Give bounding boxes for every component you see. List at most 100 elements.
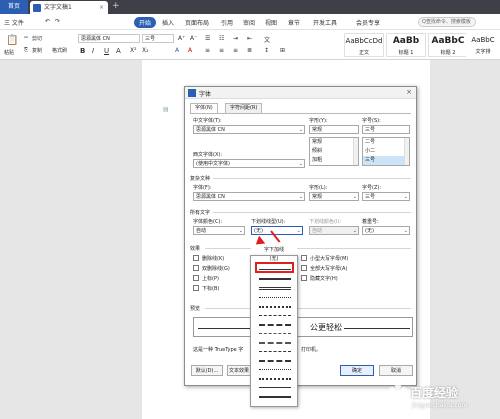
align-left-icon[interactable]: ≡ [205,47,210,54]
font-color-icon[interactable]: A [116,47,121,55]
command-search-input[interactable]: Q查找命令、搜索模板 [418,17,476,27]
paragraph-handle-icon[interactable]: ▤ [163,106,169,113]
cs-style-select[interactable]: 常规 ⌄ [309,192,359,201]
borders-icon[interactable]: ⊞ [280,47,285,54]
underline-color-select[interactable]: 自动 ⌄ [309,226,359,235]
document-tab[interactable]: 文字文稿1 × [30,1,108,14]
menu-developer[interactable]: 开发工具 [313,18,337,27]
underline-option-dot-dash[interactable] [259,351,291,352]
strikethrough-checkbox[interactable] [193,255,199,261]
underline-style-dropdown[interactable]: (无) 字下加线 [250,246,298,407]
underline-option-double[interactable] [259,287,291,290]
underline-option-thick-dot-dot-dash[interactable] [259,378,291,380]
style-heading-2[interactable]: AaBbC 标题 2 [428,33,468,57]
list-item[interactable]: 二号 [363,138,409,147]
cs-size-select[interactable]: 三号 ⌄ [362,192,410,201]
all-caps-checkbox[interactable] [301,265,307,271]
copy-button[interactable]: 复制 [32,47,42,54]
underline-option-thick[interactable] [259,278,291,280]
home-tab[interactable]: 首页 [0,0,28,14]
undo-icon[interactable]: ↶ [45,18,50,25]
scissors-icon[interactable]: ✂ [24,35,28,41]
menu-insert[interactable]: 插入 [162,18,174,27]
bold-icon[interactable]: B [80,47,85,55]
default-button[interactable]: 默认(D)... [191,365,223,376]
italic-icon[interactable]: I [92,47,94,55]
chinese-layout-icon[interactable]: 文 [264,35,270,44]
underline-option-dotted[interactable] [259,297,291,298]
font-color-select[interactable]: 自动 ⌄ [193,226,245,235]
underline-option-thick-dashed[interactable] [259,324,291,326]
menu-view[interactable]: 视图 [265,18,277,27]
style-list[interactable]: 常规 倾斜 加粗 [309,137,359,166]
close-tab-icon[interactable]: × [99,1,104,14]
emphasis-select[interactable]: (无) ⌄ [362,226,410,235]
small-caps-checkbox[interactable] [301,255,307,261]
superscript-icon[interactable]: X² [130,47,137,54]
subscript-checkbox[interactable] [193,285,199,291]
list-item[interactable]: 小二 [363,147,409,156]
cs-font-select[interactable]: 思源黑体 CN ⌄ [193,192,305,201]
font-name-select[interactable]: 思源黑体 CN [78,34,140,43]
subscript-icon[interactable]: X₂ [142,47,149,54]
cut-button[interactable]: 剪切 [32,35,42,42]
paste-icon[interactable]: 📋 [6,35,18,46]
text-highlight-icon[interactable]: A [175,47,179,54]
tab-font[interactable]: 字体(N) [190,103,218,113]
char-shading-icon[interactable]: A [188,47,192,54]
menu-chapter[interactable]: 章节 [288,18,300,27]
grow-font-icon[interactable]: A⁺ [178,35,185,42]
style-input[interactable]: 常规 [309,125,359,134]
underline-option-thick-dot-dash[interactable] [259,360,291,362]
list-item[interactable]: 常规 [310,138,358,147]
underline-option-long-dash[interactable] [259,333,291,334]
bullets-icon[interactable]: ☰ [205,35,210,42]
menu-home[interactable]: 开始 [134,17,157,28]
size-input[interactable]: 三号 [362,125,410,134]
menu-member[interactable]: 会员专享 [356,18,380,27]
underline-option-thick-long-dash[interactable] [259,342,291,344]
menu-page-layout[interactable]: 页面布局 [185,18,209,27]
double-strikethrough-checkbox[interactable] [193,265,199,271]
underline-style-select[interactable]: (无) ⌄ [251,226,303,235]
new-tab-button[interactable]: + [112,0,120,13]
hidden-text-checkbox[interactable] [301,275,307,281]
ok-button[interactable]: 确定 [340,365,374,376]
copy-icon[interactable]: ⎘ [24,47,28,53]
scrollbar[interactable] [404,138,409,165]
underline-option-thick-dotted[interactable] [259,306,291,308]
cancel-button[interactable]: 取消 [379,365,413,376]
underline-option-none[interactable]: (无) [251,255,297,262]
menu-review[interactable]: 审阅 [243,18,255,27]
close-icon[interactable]: × [406,88,412,96]
align-right-icon[interactable]: ≡ [233,47,238,54]
menu-references[interactable]: 引用 [221,18,233,27]
tab-char-spacing[interactable]: 字符间距(R) [225,103,263,113]
scrollbar[interactable] [353,138,358,165]
line-spacing-icon[interactable]: ↕ [264,47,269,54]
text-tools-button[interactable]: AaBbC 文字排 [466,33,500,57]
font-size-select[interactable]: 三号 [142,34,174,43]
underline-option-dashed[interactable] [259,315,291,316]
list-item[interactable]: 加粗 [310,156,358,165]
text-effects-button[interactable]: 文本效果 [227,365,251,376]
chinese-font-select[interactable]: 思源黑体 CN ⌄ [193,125,305,134]
justify-icon[interactable]: ≣ [247,47,252,54]
format-painter-button[interactable]: 格式刷 [52,47,67,54]
redo-icon[interactable]: ↷ [55,18,60,25]
outdent-icon[interactable]: ⇤ [247,35,252,42]
numbering-icon[interactable]: ☷ [219,35,224,42]
list-item[interactable]: 倾斜 [310,147,358,156]
file-menu[interactable]: 三 文件 [4,18,24,27]
superscript-checkbox[interactable] [193,275,199,281]
align-center-icon[interactable]: ≡ [219,47,224,54]
underline-option-dot-dot-dash[interactable] [259,369,291,370]
style-heading-1[interactable]: AaBb 标题 1 [386,33,426,57]
underline-option-wave[interactable] [259,387,291,388]
underline-icon[interactable]: U [104,47,109,55]
list-item[interactable]: 三号 [363,156,409,165]
western-font-select[interactable]: (使用中文字体) ⌄ [193,159,305,168]
underline-option-thick-wave[interactable] [259,396,291,398]
shrink-font-icon[interactable]: A⁻ [190,35,197,42]
paste-button-label[interactable]: 粘贴 [4,49,14,56]
